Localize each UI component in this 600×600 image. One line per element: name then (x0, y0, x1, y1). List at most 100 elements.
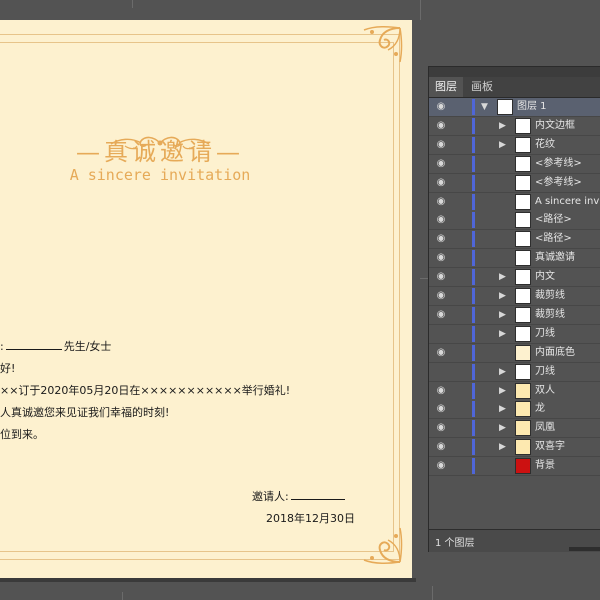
layer-row[interactable]: ◉ <路径> (429, 211, 600, 231)
layer-row[interactable]: ◉ 真诚邀请 (429, 249, 600, 269)
eye-icon[interactable]: ◉ (435, 347, 447, 359)
layer-thumbnail (515, 250, 531, 267)
eye-icon[interactable]: ◉ (435, 422, 447, 434)
eye-icon[interactable]: ◉ (435, 101, 447, 113)
corner-ornament-top-right (363, 25, 403, 63)
eye-icon[interactable]: ◉ (435, 196, 447, 208)
layer-color-bar (472, 288, 475, 304)
layer-color-bar (472, 174, 475, 191)
layer-name: 内面底色 (535, 346, 575, 358)
layer-name: 双喜字 (535, 441, 565, 453)
tab-artboards[interactable]: 画板 (465, 77, 499, 97)
eye-icon[interactable] (435, 328, 447, 340)
wedding-date-line: ××订于2020年05月20日在×××××××××××举行婚礼! (0, 384, 291, 397)
artboard-workspace[interactable]: —真诚邀请— A sincere invitation : 先生/女士 好! ××… (0, 0, 600, 600)
salutation-suffix: 先生/女士 (63, 340, 112, 353)
eye-icon[interactable]: ◉ (435, 177, 447, 189)
layers-panel[interactable]: 图层 画板 ◉ ▼ 图层 1 ◉ ▶ 内文边框 ◉ ▶ 花纹 ◉ <参考线> ◉ <参考线> ◉ A sin… (428, 66, 600, 552)
eye-icon[interactable]: ◉ (435, 120, 447, 132)
layer-thumbnail (515, 420, 531, 437)
chevron-right-icon[interactable]: ▶ (499, 403, 506, 415)
eye-icon[interactable]: ◉ (435, 139, 447, 151)
layer-name: 真诚邀请 (535, 252, 575, 264)
layer-name: <路径> (535, 233, 572, 245)
layer-color-bar (472, 193, 475, 210)
layer-name: 龙 (535, 403, 545, 415)
inviter-line: 邀请人: (252, 488, 347, 504)
layer-thumbnail (515, 458, 531, 475)
invitation-document[interactable]: —真诚邀请— A sincere invitation : 先生/女士 好! ××… (0, 20, 412, 578)
layer-row[interactable]: ◉ ▶ 裁剪线 (429, 305, 600, 325)
layer-row[interactable]: ◉ 背景 (429, 457, 600, 477)
eye-icon[interactable]: ◉ (435, 271, 447, 283)
eye-icon[interactable]: ◉ (435, 441, 447, 453)
document-shadow (0, 578, 416, 582)
layer-color-bar (472, 458, 475, 475)
layer-color-bar (472, 155, 475, 172)
chevron-right-icon[interactable]: ▶ (499, 139, 506, 151)
inner-border (0, 42, 394, 552)
layer-color-bar (472, 344, 475, 361)
layer-color-bar (472, 363, 475, 380)
name-blank (5, 349, 62, 350)
chevron-right-icon[interactable]: ▶ (499, 422, 506, 434)
layer-thumbnail (515, 382, 531, 399)
layer-name: 凤凰 (535, 422, 555, 434)
eye-icon[interactable]: ◉ (435, 158, 447, 170)
layer-row[interactable]: ◉ ▶ 裁剪线 (429, 287, 600, 306)
layer-row[interactable]: ▶ 刀线 (429, 362, 600, 382)
chevron-right-icon[interactable]: ▶ (499, 328, 506, 340)
layer-thumbnail (515, 344, 531, 361)
layer-row[interactable]: ◉ ▶ 凤凰 (429, 419, 600, 439)
layer-thumbnail (515, 155, 531, 172)
title-chinese: —真诚邀请— (76, 138, 244, 166)
layer-thumbnail (497, 99, 513, 115)
salutation-prefix: : (0, 340, 4, 353)
chevron-right-icon[interactable]: ▶ (499, 120, 506, 132)
layer-row[interactable]: ◉ <参考线> (429, 154, 600, 174)
eye-icon[interactable]: ◉ (435, 290, 447, 302)
layer-thumbnail (515, 193, 531, 210)
layer-color-bar (472, 117, 475, 134)
layer-row[interactable]: ◉ 内面底色 (429, 343, 600, 363)
eye-icon[interactable]: ◉ (435, 385, 447, 397)
chevron-right-icon[interactable]: ▶ (499, 271, 506, 283)
horizontal-scrollbar[interactable] (569, 547, 600, 551)
layer-thumbnail (515, 212, 531, 229)
layer-name: 背景 (535, 460, 555, 472)
chevron-right-icon[interactable]: ▶ (499, 385, 506, 397)
eye-icon[interactable]: ◉ (435, 214, 447, 226)
chevron-right-icon[interactable]: ▶ (499, 290, 506, 302)
chevron-right-icon[interactable]: ▶ (499, 441, 506, 453)
corner-ornament-bottom-right (363, 527, 403, 565)
layer-thumbnail (515, 136, 531, 153)
eye-icon[interactable] (435, 366, 447, 378)
chevron-right-icon[interactable]: ▶ (499, 366, 506, 378)
eye-icon[interactable]: ◉ (435, 233, 447, 245)
panel-title-bar[interactable] (429, 67, 600, 77)
layer-name: <路径> (535, 214, 572, 226)
inviter-label: 邀请人: (252, 490, 289, 503)
layer-row[interactable]: ▶ 刀线 (429, 324, 600, 344)
eye-icon[interactable]: ◉ (435, 403, 447, 415)
chevron-down-icon[interactable]: ▼ (481, 101, 488, 113)
layer-row[interactable]: ◉ ▼ 图层 1 (429, 98, 600, 117)
layer-row[interactable]: ◉ ▶ 内文边框 (429, 116, 600, 136)
layer-row[interactable]: ◉ ▶ 双人 (429, 381, 600, 401)
eye-icon[interactable]: ◉ (435, 252, 447, 264)
layer-color-bar (472, 420, 475, 437)
eye-icon[interactable]: ◉ (435, 309, 447, 321)
layer-row[interactable]: ◉ <路径> (429, 230, 600, 250)
layer-thumbnail (515, 288, 531, 304)
layer-row[interactable]: ◉ ▶ 双喜字 (429, 438, 600, 458)
layer-row[interactable]: ◉ ▶ 花纹 (429, 135, 600, 155)
layer-row[interactable]: ◉ A sincere inv (429, 192, 600, 212)
eye-icon[interactable]: ◉ (435, 460, 447, 472)
layer-row[interactable]: ◉ <参考线> (429, 173, 600, 193)
layer-row[interactable]: ◉ ▶ 内文 (429, 268, 600, 288)
chevron-right-icon[interactable]: ▶ (499, 309, 506, 321)
tab-layers[interactable]: 图层 (429, 77, 463, 97)
layer-row[interactable]: ◉ ▶ 龙 (429, 400, 600, 420)
salutation-line: : 先生/女士 (0, 338, 111, 354)
layer-name: 裁剪线 (535, 308, 565, 320)
